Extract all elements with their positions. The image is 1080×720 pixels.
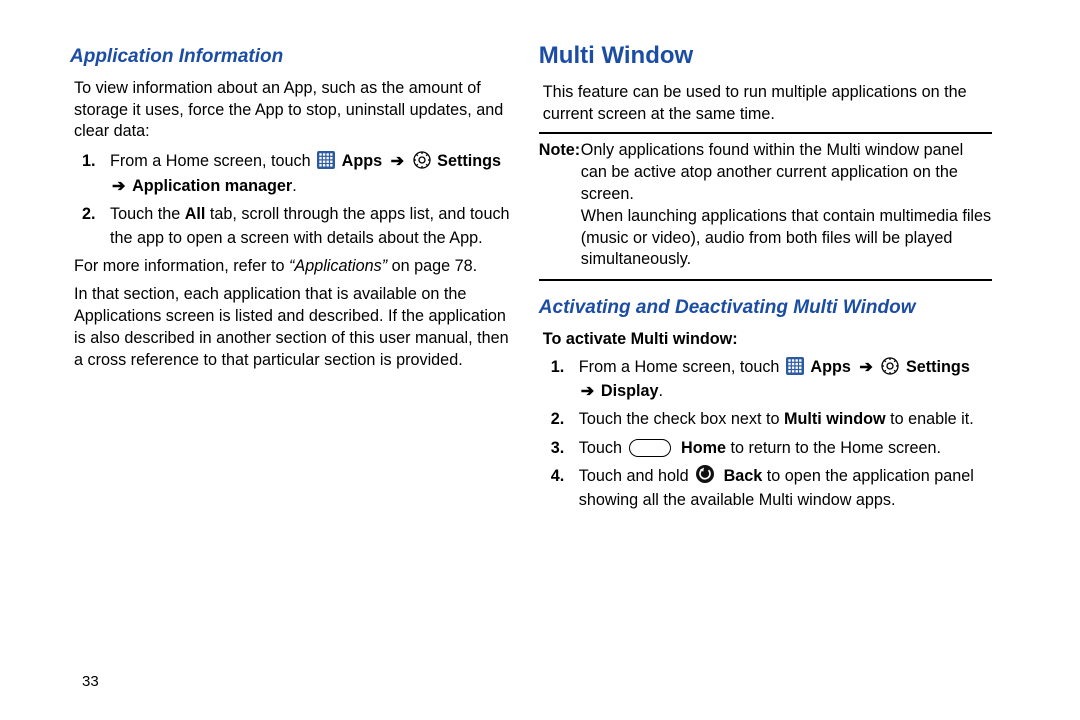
step-1: From a Home screen, touch Apps ➔ (579, 355, 992, 404)
settings-label: Settings (437, 152, 501, 170)
settings-icon (881, 357, 899, 375)
step-3: Touch Home to return to the Home screen. (579, 436, 992, 460)
note-label: Note: (539, 140, 580, 162)
heading-activating: Activating and Deactivating Multi Window (539, 295, 992, 321)
manual-page: Application Information To view informat… (0, 0, 1080, 720)
subhead-to-activate: To activate Multi window: (539, 329, 992, 351)
page-number: 33 (82, 673, 99, 690)
heading-multi-window: Multi Window (539, 40, 992, 72)
display-label: Display (601, 382, 659, 400)
step-4: Touch and hold Back to open the applicat… (579, 464, 992, 513)
text: For more information, refer to (74, 257, 289, 275)
step-text: Touch the check box next to (579, 410, 784, 428)
step-text: From a Home screen, touch (110, 152, 315, 170)
step-text: to enable it. (886, 410, 974, 428)
home-button-icon (629, 439, 671, 457)
text: on page 78. (387, 257, 477, 275)
back-label: Back (724, 467, 763, 485)
step-1: From a Home screen, touch Apps ➔ (110, 149, 513, 198)
steps-activate: From a Home screen, touch Apps ➔ (539, 355, 992, 513)
step-2: Touch the All tab, scroll through the ap… (110, 202, 513, 251)
step-text: Touch and hold (579, 467, 693, 485)
left-column: Application Information To view informat… (70, 40, 531, 700)
home-label: Home (681, 439, 726, 457)
para-mw-intro: This feature can be used to run multiple… (539, 82, 992, 126)
apps-icon (786, 357, 804, 375)
step-text: to return to the Home screen. (726, 439, 941, 457)
note-body-1: Only applications found within the Multi… (581, 141, 963, 203)
apps-label: Apps (342, 152, 382, 170)
note-body-2: When launching applications that contain… (581, 207, 991, 269)
period: . (292, 177, 297, 195)
apps-label: Apps (810, 358, 850, 376)
apps-icon (317, 151, 335, 169)
arrow-icon: ➔ (859, 358, 873, 376)
settings-label: Settings (906, 358, 970, 376)
multiwindow-label: Multi window (784, 410, 886, 428)
all-tab-label: All (185, 205, 206, 223)
step-2: Touch the check box next to Multi window… (579, 407, 992, 431)
arrow-icon: ➔ (581, 382, 595, 400)
step-text: Touch the (110, 205, 185, 223)
note-block: Note: Only applications found within the… (539, 132, 992, 281)
back-icon (695, 464, 715, 484)
step-text: From a Home screen, touch (579, 358, 784, 376)
heading-application-information: Application Information (70, 44, 513, 70)
para-ref: For more information, refer to “Applicat… (70, 256, 513, 278)
period: . (658, 382, 663, 400)
steps-app-info: From a Home screen, touch Apps ➔ (70, 149, 513, 250)
para-app-info-intro: To view information about an App, such a… (70, 78, 513, 144)
settings-icon (413, 151, 431, 169)
appmgr-label: Application manager (132, 177, 292, 195)
ref-italic: “Applications” (289, 257, 387, 275)
para-more: In that section, each application that i… (70, 284, 513, 371)
right-column: Multi Window This feature can be used to… (531, 40, 992, 700)
arrow-icon: ➔ (112, 177, 126, 195)
arrow-icon: ➔ (391, 152, 405, 170)
step-text: Touch (579, 439, 627, 457)
